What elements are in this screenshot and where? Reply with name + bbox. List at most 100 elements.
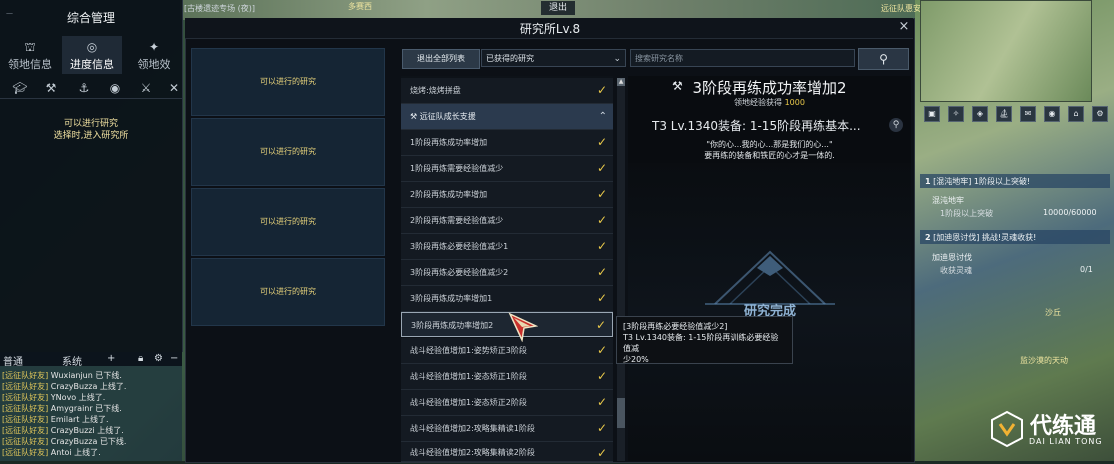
tab-territory-info[interactable]: ⛫ 领地信息 bbox=[0, 36, 60, 74]
list-item[interactable]: 战斗经验值增加2:攻略集精读1阶段 ✓ bbox=[401, 416, 613, 442]
list-item[interactable]: 3阶段再炼成功率增加1 ✓ bbox=[401, 286, 613, 312]
top-left-location-text: [古楼遗迹专场 (夜)] bbox=[184, 4, 256, 13]
list-item-selected[interactable]: 3阶段再炼成功率增加2 ✓ bbox=[401, 312, 613, 337]
event-icon[interactable]: ✧ bbox=[948, 106, 964, 122]
check-icon: ✓ bbox=[596, 161, 607, 175]
list-item[interactable]: 3阶段再炼必要经验值减少2 ✓ bbox=[401, 260, 613, 286]
boat-icon[interactable]: ⛵︎ bbox=[996, 106, 1012, 122]
magnify-icon[interactable]: ⚲ bbox=[889, 118, 903, 132]
chat-tabs: 普通 系统 + 🔒︎ ⚙ − bbox=[0, 352, 182, 368]
research-hint-line1: 可以进行研究 bbox=[63, 119, 118, 129]
research-slot[interactable]: 可以进行的研究 bbox=[191, 258, 385, 326]
guild-label: 远征队惠安 bbox=[881, 4, 921, 13]
crossed-swords-icon[interactable]: ⚔ bbox=[138, 80, 154, 96]
management-tabs: ⛫ 领地信息 ◎ 进度信息 ✦ 领地效 bbox=[0, 36, 182, 74]
category-icon: ⚒ bbox=[410, 112, 420, 121]
return-all-list-button[interactable]: 退出全部列表 bbox=[402, 49, 480, 69]
close-icon[interactable]: ✕ bbox=[166, 80, 182, 96]
list-item[interactable]: 2阶段再炼需要经验值减少 ✓ bbox=[401, 208, 613, 234]
list-item[interactable]: 战斗经验值增加1:姿态矫正2阶段 ✓ bbox=[401, 390, 613, 416]
category-icon-row: 🎓︎ ⚒ ⚓︎ ◉ ⚔ ✕ bbox=[0, 78, 182, 99]
search-button[interactable]: ⚲ bbox=[858, 48, 909, 70]
quest-progress: 0/1 bbox=[1080, 265, 1093, 274]
check-icon: ✓ bbox=[596, 187, 607, 201]
chat-settings-icon[interactable]: ⚙ bbox=[154, 353, 163, 364]
mail-icon[interactable]: ✉ bbox=[1020, 106, 1036, 122]
detail-title: 3阶段再练成功率增加2 bbox=[692, 79, 847, 97]
chat-line: [远征队好友] CrazyBuzza 上线了. bbox=[2, 382, 127, 391]
list-item[interactable]: 1阶段再炼需要经验值减少 ✓ bbox=[401, 156, 613, 182]
chat-line: [远征队好友] Wuxianjun 已下线. bbox=[2, 371, 122, 380]
settings-icon[interactable]: ⚙ bbox=[1092, 106, 1108, 122]
check-icon: ✓ bbox=[596, 395, 607, 409]
watermark-logo-subtext: DAI LIAN TONG bbox=[1029, 437, 1103, 446]
chat-lock-icon[interactable]: 🔒︎ bbox=[138, 353, 143, 364]
quest-detail: 收获灵魂 bbox=[940, 266, 972, 275]
territory-icon: ⛫ bbox=[24, 40, 36, 54]
tab-label: 领地信息 bbox=[8, 58, 52, 71]
quest-entry[interactable]: 2 [加迪恩讨伐] 挑战!灵魂收获! bbox=[925, 232, 1036, 243]
research-hint-line2: 选择时,进入研究所 bbox=[53, 131, 129, 141]
list-item[interactable]: 2阶段再炼成功率增加 ✓ bbox=[401, 182, 613, 208]
check-icon: ✓ bbox=[596, 213, 607, 227]
tools-icon[interactable]: ⚒ bbox=[43, 80, 59, 96]
close-button[interactable]: × bbox=[896, 19, 912, 35]
check-icon: ✓ bbox=[596, 83, 607, 97]
research-slot[interactable]: 可以进行的研究 bbox=[191, 188, 385, 256]
tab-territory-effect[interactable]: ✦ 领地效 bbox=[124, 36, 184, 74]
category-header[interactable]: ⚒ 远征队成长支援 ⌃ bbox=[401, 104, 613, 130]
research-hint: 可以进行研究 选择时,进入研究所 bbox=[0, 118, 182, 142]
check-icon: ✓ bbox=[596, 239, 607, 253]
exp-label: 领地经验获得 bbox=[734, 98, 783, 107]
detail-exp: 领地经验获得 1000 bbox=[628, 97, 911, 108]
progress-icon: ◎ bbox=[86, 40, 98, 54]
hud-icon-row: ▣ ✧ ◈ ⛵︎ ✉ ◉ ⌂ ⚙ bbox=[920, 106, 1110, 124]
research-slot[interactable]: 可以进行的研究 bbox=[191, 118, 385, 186]
tab-label: 领地效 bbox=[137, 58, 171, 71]
chat-line: [远征队好友] CrazyBuzzi 上线了. bbox=[2, 426, 124, 435]
cauldron-icon[interactable]: ◉ bbox=[107, 80, 123, 96]
search-input[interactable]: 搜索研究名称 bbox=[630, 49, 855, 67]
anchor-icon[interactable]: ⚓︎ bbox=[76, 80, 92, 96]
chevron-up-icon: ⌃ bbox=[598, 111, 607, 122]
tooltip-line: T3 Lv.1340装备: 1-15阶段再训练必要经验值减 bbox=[623, 333, 779, 353]
gift-icon[interactable]: ▣ bbox=[924, 106, 940, 122]
research-slot[interactable]: 可以进行的研究 bbox=[191, 48, 385, 116]
list-item[interactable]: 烧烤:烧烤拼盘 ✓ bbox=[401, 78, 613, 104]
quest-sub: 混沌地牢 bbox=[932, 196, 964, 205]
watermark-logo-text: 代练通 bbox=[1030, 414, 1097, 439]
list-item[interactable]: 3阶段再炼必要经验值减少1 ✓ bbox=[401, 234, 613, 260]
management-title-bar: — 综合管理 bbox=[0, 9, 182, 25]
check-icon: ✓ bbox=[596, 343, 607, 357]
compass-icon[interactable]: ◈ bbox=[972, 106, 988, 122]
chat-minimize-icon[interactable]: − bbox=[170, 353, 178, 364]
scroll-thumb[interactable] bbox=[617, 398, 625, 428]
chat-tab-system[interactable]: 系统 bbox=[62, 353, 82, 368]
check-icon: ✓ bbox=[596, 291, 607, 305]
list-item[interactable]: 战斗经验值增加2:攻略集精读2阶段 ✓ bbox=[401, 442, 613, 462]
filter-dropdown[interactable]: 已获得的研究 ⌄ bbox=[481, 49, 626, 67]
chat-add-tab-icon[interactable]: + bbox=[107, 353, 115, 364]
door-icon[interactable]: ⌂ bbox=[1068, 106, 1084, 122]
check-icon: ✓ bbox=[596, 421, 607, 435]
check-icon: ✓ bbox=[595, 318, 606, 332]
list-item[interactable]: 战斗经验值增加1:姿态矫正1阶段 ✓ bbox=[401, 364, 613, 390]
graduation-cap-icon[interactable]: 🎓︎ bbox=[12, 80, 28, 96]
chevron-down-icon: ⌄ bbox=[613, 54, 621, 64]
list-item[interactable]: 战斗经验值增加1:姿势矫正3阶段 ✓ bbox=[401, 338, 613, 364]
quest-entry[interactable]: 1 [混沌地牢] 1阶段以上突破! bbox=[925, 176, 1030, 187]
effect-icon: ✦ bbox=[148, 40, 160, 54]
camera-icon[interactable]: ◉ bbox=[1044, 106, 1060, 122]
map-label: 沙丘 bbox=[1045, 308, 1061, 317]
management-title: 综合管理 bbox=[66, 11, 115, 25]
tab-progress-info[interactable]: ◎ 进度信息 bbox=[62, 36, 122, 74]
quest-progress: 10000/60000 bbox=[1043, 208, 1097, 217]
tooltip-line: 少20% bbox=[623, 355, 649, 364]
scroll-up-icon[interactable]: ▲ bbox=[617, 78, 625, 86]
minimap[interactable] bbox=[920, 0, 1092, 102]
list-item[interactable]: 1阶段再炼成功率增加 ✓ bbox=[401, 130, 613, 156]
chat-tab-normal[interactable]: 普通 bbox=[3, 353, 23, 368]
chat-line: [远征队好友] Antoi 上线了. bbox=[2, 448, 101, 457]
exit-button[interactable]: 退出 bbox=[541, 1, 575, 15]
tooltip-title: [3阶段再练必要经验值减少2] bbox=[623, 322, 728, 331]
